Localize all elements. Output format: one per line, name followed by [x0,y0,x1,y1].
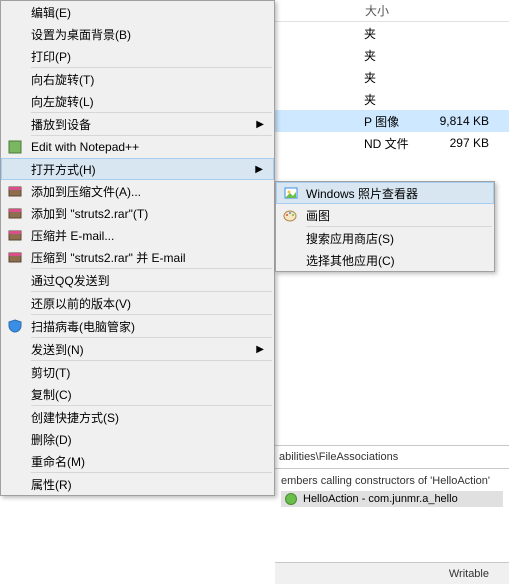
column-size: 大小 [365,2,389,19]
menu-add-to-archive[interactable]: 添加到压缩文件(A)... [1,180,274,202]
menu-label: 通过QQ发送到 [31,272,110,289]
menu-label: 向右旋转(T) [31,71,94,88]
ide-search-panel: embers calling constructors of 'HelloAct… [275,468,509,511]
menu-set-desktop-background[interactable]: 设置为桌面背景(B) [1,23,274,45]
menu-compress-struts-email[interactable]: 压缩到 "struts2.rar" 并 E-mail [1,246,274,268]
menu-send-to[interactable]: 发送到(N) ▶ [1,338,274,360]
menu-restore-previous-versions[interactable]: 还原以前的版本(V) [1,292,274,314]
menu-label: 压缩并 E-mail... [31,227,114,244]
chevron-right-icon: ▶ [256,119,264,130]
file-type: 夹 [364,69,419,86]
menu-label: 设置为桌面背景(B) [31,26,131,43]
file-type: ND 文件 [364,135,419,152]
menu-label: 发送到(N) [31,341,84,358]
file-row[interactable]: 夹 [275,66,509,88]
file-row[interactable]: ND 文件 297 KB [275,132,509,154]
menu-add-to-struts-rar[interactable]: 添加到 "struts2.rar"(T) [1,202,274,224]
submenu-windows-photo-viewer[interactable]: Windows 照片查看器 [276,182,494,204]
menu-label: 属性(R) [31,476,72,493]
notepadpp-icon [7,139,23,155]
menu-label: 复制(C) [31,386,72,403]
ide-status-bar: Writable [275,562,509,584]
file-type: P 图像 [364,113,419,130]
menu-label: 还原以前的版本(V) [31,295,131,312]
context-menu: 编辑(E) 设置为桌面背景(B) 打印(P) 向右旋转(T) 向左旋转(L) 播… [0,0,275,496]
menu-delete[interactable]: 删除(D) [1,428,274,450]
winrar-icon [7,227,23,243]
menu-scan-virus[interactable]: 扫描病毒(电脑管家) [1,315,274,337]
winrar-icon [7,205,23,221]
submenu-search-store[interactable]: 搜索应用商店(S) [276,227,494,249]
menu-open-with[interactable]: 打开方式(H) ▶ [1,158,274,180]
file-type: 夹 [364,25,419,42]
menu-create-shortcut[interactable]: 创建快捷方式(S) [1,406,274,428]
menu-properties[interactable]: 属性(R) [1,473,274,495]
menu-label: 剪切(T) [31,364,70,381]
menu-qq-send-to[interactable]: 通过QQ发送到 [1,269,274,291]
file-row-selected[interactable]: P 图像 9,814 KB [275,110,509,132]
menu-rotate-left[interactable]: 向左旋转(L) [1,90,274,112]
menu-label: 创建快捷方式(S) [31,409,119,426]
class-icon [285,493,297,505]
menu-edit[interactable]: 编辑(E) [1,1,274,23]
submenu-choose-another-app[interactable]: 选择其他应用(C) [276,249,494,271]
explorer-header: 大小 [275,0,509,22]
ide-search-result[interactable]: HelloAction - com.junmr.a_hello [281,491,503,507]
open-with-submenu: Windows 照片查看器 画图 搜索应用商店(S) 选择其他应用(C) [275,181,495,272]
ide-tab-path: abilities\FileAssociations [279,451,398,463]
menu-cast-to-device[interactable]: 播放到设备 ▶ [1,113,274,135]
menu-rename[interactable]: 重命名(M) [1,450,274,472]
paint-icon [282,207,298,223]
menu-compress-and-email[interactable]: 压缩并 E-mail... [1,224,274,246]
menu-label: 重命名(M) [31,453,85,470]
submenu-label: 选择其他应用(C) [306,252,395,269]
winrar-icon [7,183,23,199]
file-row[interactable]: 夹 [275,88,509,110]
file-size: 9,814 KB [419,114,489,128]
menu-label: 编辑(E) [31,4,71,21]
submenu-label: 搜索应用商店(S) [306,230,394,247]
menu-print[interactable]: 打印(P) [1,45,274,67]
shield-icon [7,318,23,334]
menu-label: 扫描病毒(电脑管家) [31,318,135,335]
menu-label: 添加到压缩文件(A)... [31,183,141,200]
file-type: 夹 [364,91,419,108]
chevron-right-icon: ▶ [255,164,263,175]
menu-label: 打开方式(H) [31,161,96,178]
menu-copy[interactable]: 复制(C) [1,383,274,405]
chevron-right-icon: ▶ [256,344,264,355]
submenu-label: Windows 照片查看器 [306,185,418,202]
ide-result-text: HelloAction - com.junmr.a_hello [303,493,458,505]
winrar-icon [7,249,23,265]
photo-viewer-icon [283,185,299,201]
file-type: 夹 [364,47,419,64]
menu-label: 打印(P) [31,48,71,65]
menu-label: 删除(D) [31,431,72,448]
file-list: 夹 夹 夹 夹 P 图像 9,814 KB ND 文件 297 KB [275,22,509,154]
menu-rotate-right[interactable]: 向右旋转(T) [1,68,274,90]
status-writable: Writable [449,568,489,580]
file-row[interactable]: 夹 [275,22,509,44]
menu-label: Edit with Notepad++ [31,140,139,154]
submenu-label: 画图 [306,207,330,224]
menu-label: 向左旋转(L) [31,93,94,110]
menu-label: 播放到设备 [31,116,91,133]
menu-label: 添加到 "struts2.rar"(T) [31,205,148,222]
ide-search-desc: embers calling constructors of 'HelloAct… [281,475,503,487]
menu-cut[interactable]: 剪切(T) [1,361,274,383]
file-size: 297 KB [419,136,489,150]
ide-tabbar: abilities\FileAssociations [275,446,509,468]
menu-label: 压缩到 "struts2.rar" 并 E-mail [31,249,186,266]
file-row[interactable]: 夹 [275,44,509,66]
menu-edit-with-notepadpp[interactable]: Edit with Notepad++ [1,136,274,158]
submenu-paint[interactable]: 画图 [276,204,494,226]
